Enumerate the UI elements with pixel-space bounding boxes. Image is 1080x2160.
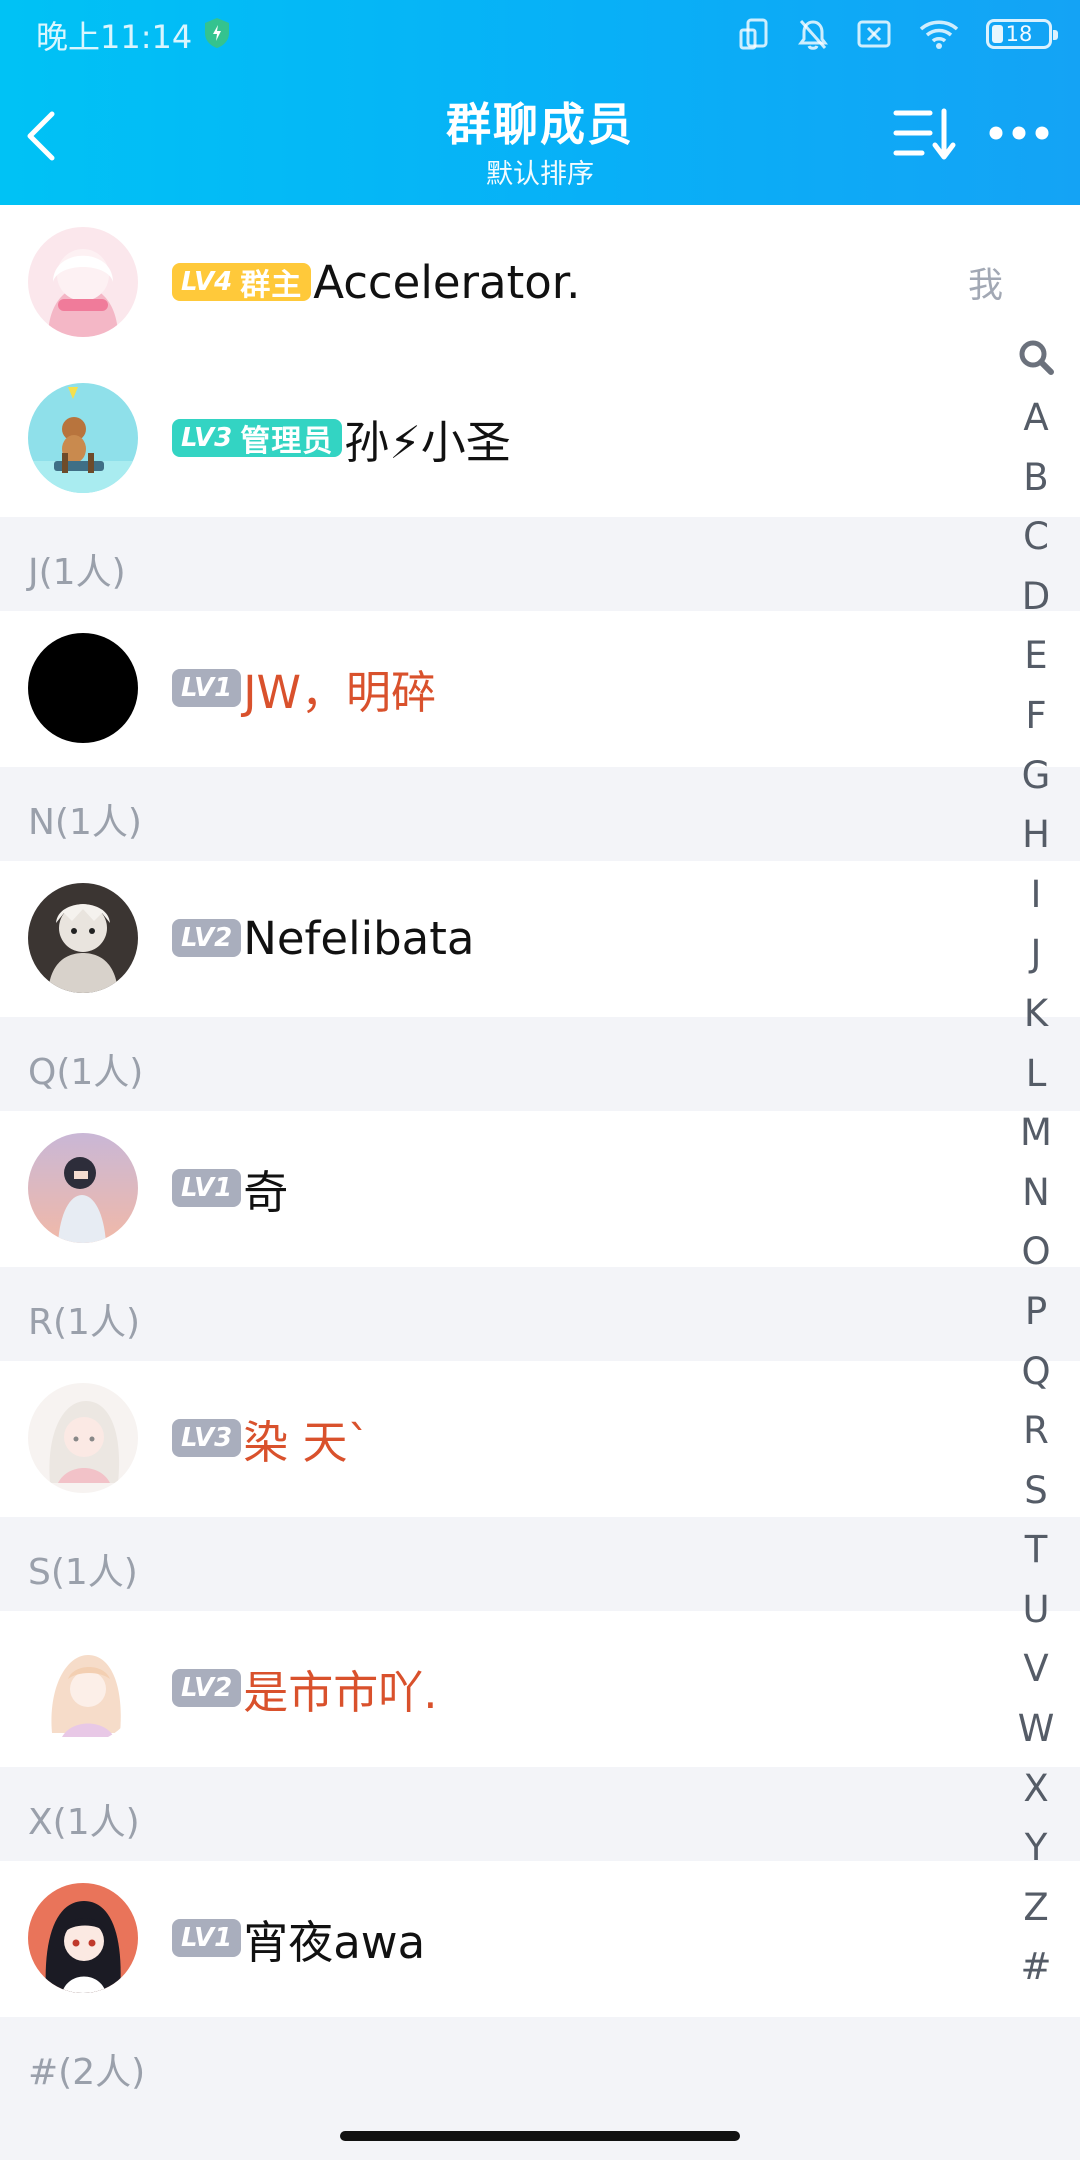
member-name: Nefelibata: [243, 911, 475, 965]
index-letter[interactable]: A: [1002, 388, 1070, 448]
avatar[interactable]: [28, 1633, 138, 1743]
level-badge: LV1: [172, 669, 242, 707]
index-letter[interactable]: #: [1002, 1937, 1070, 1997]
avatar[interactable]: [28, 633, 138, 743]
search-icon[interactable]: [1017, 338, 1055, 376]
home-indicator[interactable]: [340, 2131, 740, 2141]
member-row-admin[interactable]: LV3 管理员 孙⚡小圣: [0, 361, 1080, 517]
section-header-q: Q(1人): [0, 1017, 1080, 1111]
member-name: 染 天`: [243, 1415, 371, 1469]
index-letter[interactable]: L: [1002, 1044, 1070, 1104]
member-name-line: LV4 群主 Accelerator.: [172, 251, 580, 313]
level-badge: LV3: [172, 1419, 242, 1457]
section-header-j: J(1人): [0, 517, 1080, 611]
index-letter[interactable]: F: [1002, 686, 1070, 746]
alphabet-index[interactable]: A B C D E F G H I J K L M N O P Q R S T U V W X Y Z #: [1002, 338, 1070, 1997]
index-letter[interactable]: S: [1002, 1461, 1070, 1521]
admin-role-label: 管理员: [240, 424, 334, 459]
level-badge: LV3 管理员: [172, 419, 343, 459]
index-letter[interactable]: Y: [1002, 1818, 1070, 1878]
app-header: 晚上11:14 18 群聊成员 默认排序: [0, 0, 1080, 205]
member-name: JW，明碎: [243, 665, 436, 719]
index-letter[interactable]: P: [1002, 1282, 1070, 1342]
member-name: 宵夜awa: [243, 1915, 426, 1969]
status-time: 晚上11:14: [36, 18, 193, 56]
index-letter[interactable]: I: [1002, 865, 1070, 925]
avatar[interactable]: [28, 383, 138, 493]
sort-icon[interactable]: [892, 105, 958, 163]
member-name: Accelerator.: [313, 255, 581, 309]
index-letter[interactable]: J: [1002, 924, 1070, 984]
member-name-line: LV1 宵夜awa: [172, 1907, 425, 1969]
index-letter[interactable]: D: [1002, 567, 1070, 627]
avatar[interactable]: [28, 1883, 138, 1993]
avatar[interactable]: [28, 883, 138, 993]
member-row[interactable]: LV3 染 天`: [0, 1361, 1080, 1517]
member-name-line: LV2 Nefelibata: [172, 907, 474, 969]
member-name-line: LV1 JW，明碎: [172, 657, 436, 719]
index-letter[interactable]: V: [1002, 1639, 1070, 1699]
avatar[interactable]: [28, 227, 138, 337]
level-badge: LV1: [172, 1919, 242, 1957]
index-letter[interactable]: N: [1002, 1163, 1070, 1223]
member-name-line: LV1 奇: [172, 1157, 288, 1219]
wifi-icon: [919, 20, 959, 49]
owner-role-label: 群主: [240, 268, 303, 303]
index-letter[interactable]: B: [1002, 448, 1070, 508]
index-letter[interactable]: C: [1002, 507, 1070, 567]
member-list: LV4群主 Accelerator. 我 LV3管理员 孙⚡小圣 J(1人): [0, 205, 1080, 2111]
avatar[interactable]: [28, 1383, 138, 1493]
member-row[interactable]: LV1 JW，明碎: [0, 611, 1080, 767]
index-letter[interactable]: W: [1002, 1699, 1070, 1759]
shield-icon: [205, 18, 229, 48]
status-icons: 18: [738, 14, 1058, 54]
self-indicator: 我: [968, 266, 1004, 306]
level-badge: LV2: [172, 1669, 242, 1707]
member-name-line: LV3 染 天`: [172, 1407, 370, 1469]
member-name: 奇: [243, 1165, 289, 1219]
index-letter[interactable]: H: [1002, 805, 1070, 865]
member-name-line: LV3 管理员 孙⚡小圣: [172, 407, 511, 469]
member-row[interactable]: LV2 Nefelibata: [0, 861, 1080, 1017]
index-letter[interactable]: K: [1002, 984, 1070, 1044]
index-letter[interactable]: X: [1002, 1759, 1070, 1819]
section-header-s: S(1人): [0, 1517, 1080, 1611]
index-letter[interactable]: E: [1002, 626, 1070, 686]
section-header-n: N(1人): [0, 767, 1080, 861]
member-row[interactable]: LV2 是市市吖.: [0, 1611, 1080, 1767]
member-row[interactable]: LV1 宵夜awa: [0, 1861, 1080, 2017]
member-row[interactable]: LV1 奇: [0, 1111, 1080, 1267]
index-letter[interactable]: U: [1002, 1580, 1070, 1640]
level-badge: LV4 群主: [172, 263, 312, 303]
member-name-line: LV2 是市市吖.: [172, 1657, 438, 1719]
member-row-owner[interactable]: LV4 群主 Accelerator. 我: [0, 205, 1080, 361]
index-letters[interactable]: A B C D E F G H I J K L M N O P Q R S T U V W X Y Z #: [1002, 388, 1070, 1997]
index-letter[interactable]: M: [1002, 1103, 1070, 1163]
index-letter[interactable]: G: [1002, 746, 1070, 806]
index-letter[interactable]: O: [1002, 1222, 1070, 1282]
section-header-hash: #(2人): [0, 2017, 1080, 2111]
level-badge: LV1: [172, 1169, 242, 1207]
screen-rotate-icon: [739, 18, 768, 50]
member-name: 孙⚡小圣: [344, 415, 511, 469]
section-header-r: R(1人): [0, 1267, 1080, 1361]
more-icon[interactable]: [988, 118, 1050, 148]
index-letter[interactable]: Z: [1002, 1878, 1070, 1938]
member-name: 是市市吖.: [243, 1665, 438, 1719]
index-letter[interactable]: R: [1002, 1401, 1070, 1461]
index-letter[interactable]: Q: [1002, 1342, 1070, 1402]
section-header-x: X(1人): [0, 1767, 1080, 1861]
battery-level: 18: [1005, 22, 1033, 46]
level-badge: LV2: [172, 919, 242, 957]
index-letter[interactable]: T: [1002, 1520, 1070, 1580]
sim-off-icon: [857, 20, 891, 48]
battery-icon: 18: [986, 19, 1058, 49]
bell-muted-icon: [798, 20, 828, 50]
status-bar: 晚上11:14 18: [0, 0, 1080, 70]
avatar[interactable]: [28, 1133, 138, 1243]
